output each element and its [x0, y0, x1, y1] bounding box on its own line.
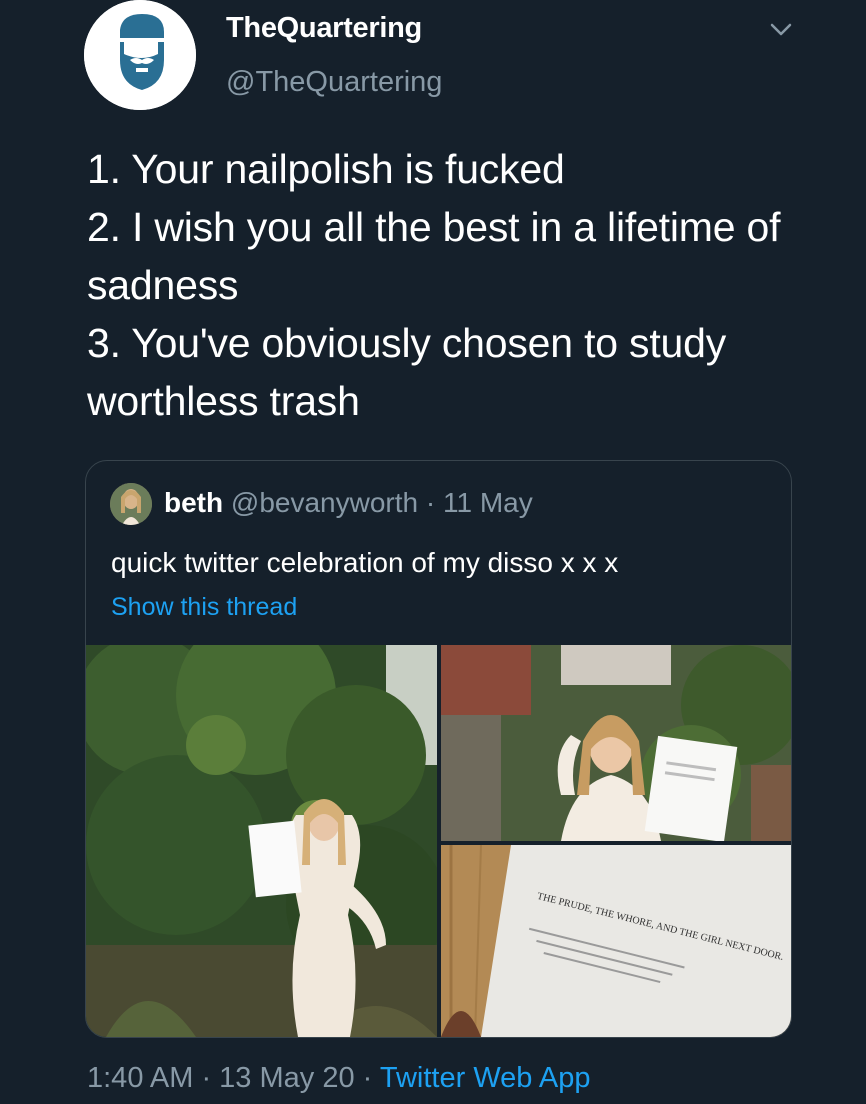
quoted-author-avatar[interactable]: [110, 483, 152, 525]
footer-separator: ·: [362, 1062, 373, 1094]
tweet-timestamp[interactable]: 1:40 AM · 13 May 20: [87, 1062, 355, 1094]
photo-garden[interactable]: [86, 645, 437, 1037]
media-grid: THE PRUDE, THE WHORE, AND THE GIRL NEXT …: [86, 645, 791, 1037]
chevron-down-icon[interactable]: [768, 18, 794, 40]
quoted-display-name[interactable]: beth: [164, 487, 223, 518]
quoted-handle[interactable]: @bevanyworth: [231, 487, 418, 518]
tweet-text: 1. Your nailpolish is fucked 2. I wish y…: [87, 146, 781, 424]
photo-street[interactable]: [441, 645, 791, 841]
quoted-tweet-text: quick twitter celebration of my disso x …: [111, 547, 619, 578]
author-handle[interactable]: @TheQuartering: [226, 66, 442, 99]
author-display-name[interactable]: TheQuartering: [226, 12, 422, 45]
quoted-separator: ·: [425, 487, 436, 518]
bearded-man-logo-icon: [84, 0, 196, 110]
tweet-source-link[interactable]: Twitter Web App: [380, 1062, 591, 1094]
quoted-date[interactable]: 11 May: [443, 487, 533, 518]
photo-dissertation-cover[interactable]: THE PRUDE, THE WHORE, AND THE GIRL NEXT …: [441, 845, 791, 1037]
quoted-tweet-card[interactable]: beth @bevanyworth · 11 May quick twitter…: [85, 460, 792, 1038]
quoted-header: beth @bevanyworth · 11 May: [164, 487, 533, 519]
show-thread-link[interactable]: Show this thread: [111, 593, 297, 622]
tweet-footer: 1:40 AM · 13 May 20 · Twitter Web App: [87, 1062, 591, 1095]
author-avatar[interactable]: [84, 0, 196, 110]
